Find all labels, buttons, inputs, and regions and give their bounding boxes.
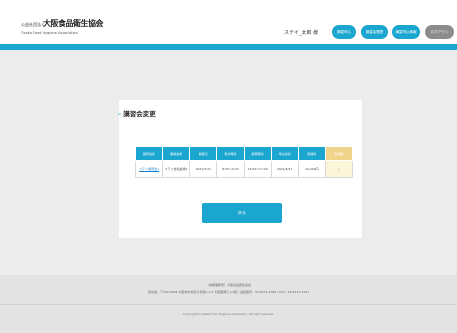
lecture-time-cell: 13:00～17:00 bbox=[243, 160, 272, 178]
org-english-name: Osaka Food Hygiene Association bbox=[21, 31, 78, 35]
date-cell: 2021/5/31 bbox=[189, 160, 218, 178]
footer-office: 〈本部事務局〉大阪食品衛生協会 bbox=[205, 283, 251, 287]
footer-copyright: Copyright(C) Osaka Food Hygiene Associat… bbox=[183, 312, 274, 316]
org-prefix: 公益社団法人 bbox=[21, 22, 45, 27]
footer-divider bbox=[0, 304, 457, 305]
course-history-button[interactable]: 講習会履歴 bbox=[361, 25, 388, 39]
col-header-date: 開催日 bbox=[189, 146, 218, 161]
col-header-venue: 開催会場 bbox=[162, 146, 191, 161]
cancel-cell[interactable]: △ bbox=[324, 160, 354, 178]
org-name-logo[interactable]: 大阪食品衛生協会 bbox=[43, 18, 104, 29]
col-header-reception: 受付時間 bbox=[216, 146, 245, 161]
col-header-fee: 受講料 bbox=[297, 146, 326, 161]
col-header-deadline: 申込締切 bbox=[270, 146, 299, 161]
fee-cell: 10,000円 bbox=[297, 160, 326, 178]
col-header-course: 講習会名 bbox=[134, 146, 164, 161]
header: 公益社団法人 大阪食品衛生協会 Osaka Food Hygiene Assoc… bbox=[0, 0, 457, 44]
table-header-row: 講習会名 開催会場 開催日 受付時間 講習時間 申込締切 受講料 取消等 bbox=[134, 146, 354, 161]
title-dash-icon: – bbox=[118, 110, 122, 118]
apply-info-button[interactable]: 講習申込情報 bbox=[392, 25, 420, 39]
col-header-cancel: 取消等 bbox=[324, 146, 354, 161]
course-apply-button[interactable]: 講習申込 bbox=[332, 25, 356, 39]
page-title: – 講習会変更 bbox=[118, 108, 156, 118]
reception-cell: 8:50～9:20 bbox=[216, 160, 245, 178]
footer-address: 所在地：〒540-0008 大阪市中央区大手前2-1-2 大阪国際ビル5階 / … bbox=[147, 290, 310, 294]
table-row: ステイ講習会1 ステイ食協会場1 2021/5/31 8:50～9:20 13:… bbox=[134, 160, 354, 178]
venue-cell: ステイ食協会場1 bbox=[162, 160, 191, 178]
course-name-link[interactable]: ステイ講習会1 bbox=[134, 160, 164, 178]
logout-button[interactable]: ログアウト bbox=[425, 25, 454, 39]
back-button[interactable]: 戻る bbox=[202, 203, 282, 223]
page-title-text: 講習会変更 bbox=[123, 110, 156, 118]
course-table: 講習会名 開催会場 開催日 受付時間 講習時間 申込締切 受講料 取消等 ステイ… bbox=[134, 146, 354, 178]
user-name: ステイ_太郎 様 bbox=[284, 30, 319, 36]
deadline-cell: 2021/5/21 bbox=[270, 160, 299, 178]
col-header-lecture-time: 講習時間 bbox=[243, 146, 272, 161]
